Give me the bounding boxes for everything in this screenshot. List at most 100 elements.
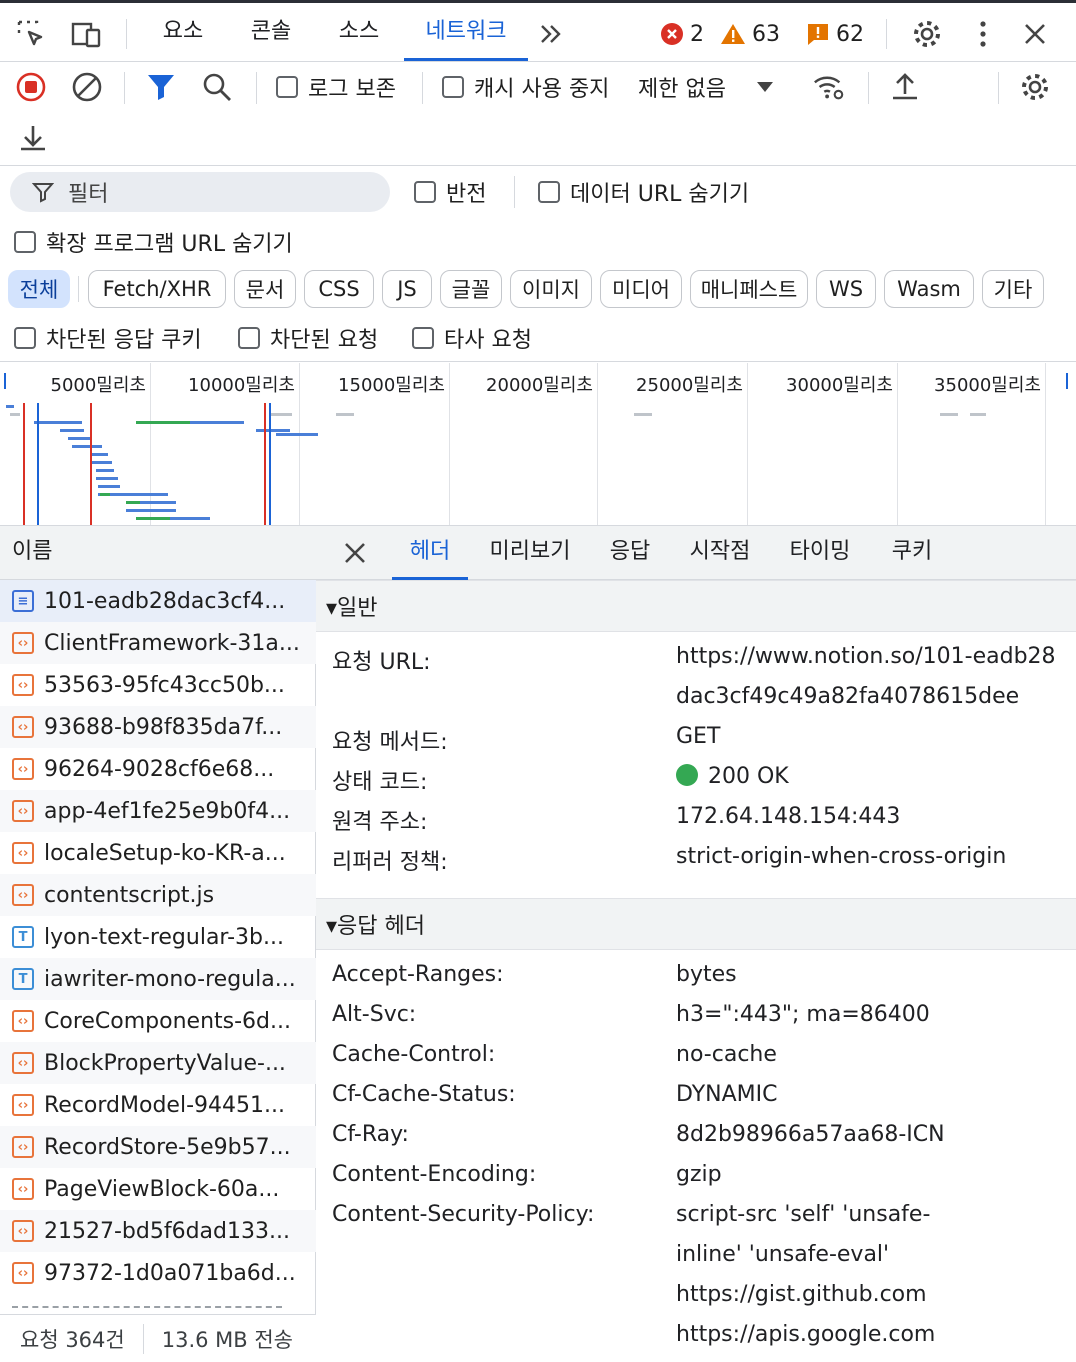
tab-headers[interactable]: 헤더	[392, 526, 468, 580]
tab-timing[interactable]: 타이밍	[780, 526, 860, 580]
tab-elements[interactable]: 요소	[152, 3, 214, 61]
general-section-header[interactable]: ▾일반	[316, 580, 1076, 632]
filter-input[interactable]: 필터	[10, 172, 390, 212]
header-value[interactable]: GET	[676, 724, 720, 749]
request-row[interactable]: Tiawriter-mono-regula...	[0, 958, 316, 1000]
header-value[interactable]: script-src 'self' 'unsafe-	[676, 1202, 930, 1227]
close-devtools-icon[interactable]	[1018, 17, 1052, 51]
type-filter-font[interactable]: 글꼴	[440, 270, 502, 308]
type-filter-fetch-xhr[interactable]: Fetch/XHR	[88, 270, 226, 308]
type-filter-js[interactable]: JS	[382, 270, 432, 308]
type-filter-manifest[interactable]: 매니페스트	[690, 270, 808, 308]
network-settings-gear-icon[interactable]	[1018, 70, 1052, 104]
checkbox[interactable]	[238, 327, 260, 349]
header-value[interactable]: DYNAMIC	[676, 1082, 778, 1107]
checkbox[interactable]	[14, 327, 36, 349]
header-name: 상태 코드:	[332, 770, 428, 795]
request-row[interactable]: ‹› RecordModel-94451...	[0, 1084, 316, 1126]
request-row[interactable]: ‹› ClientFramework-31a...	[0, 622, 316, 664]
tab-initiator[interactable]: 시작점	[680, 526, 760, 580]
request-row[interactable]: ‹› CoreComponents-6d...	[0, 1000, 316, 1042]
request-row[interactable]: Tlyon-text-regular-3b...	[0, 916, 316, 958]
clear-icon[interactable]	[70, 70, 104, 104]
warning-icon	[721, 24, 745, 44]
warning-count-badge[interactable]: 63	[720, 17, 780, 51]
type-filter-ws[interactable]: WS	[816, 270, 876, 308]
header-value[interactable]: strict-origin-when-cross-origin	[676, 844, 1006, 869]
checkbox[interactable]	[414, 181, 436, 203]
header-value[interactable]: https://www.notion.so/101-eadb28	[676, 644, 1056, 669]
filter-funnel-icon[interactable]	[144, 70, 178, 104]
hide-data-urls-checkbox[interactable]: 데이터 URL 숨기기	[538, 174, 749, 210]
more-options-icon[interactable]	[966, 17, 1000, 51]
header-value[interactable]: no-cache	[676, 1042, 777, 1067]
disable-cache-checkbox[interactable]: 캐시 사용 중지	[442, 70, 609, 104]
checkbox[interactable]	[442, 76, 464, 98]
type-filter-img[interactable]: 이미지	[510, 270, 592, 308]
inspect-element-icon[interactable]	[14, 17, 48, 51]
header-value[interactable]: gzip	[676, 1162, 722, 1187]
blocked-cookies-checkbox[interactable]: 차단된 응답 쿠키	[14, 320, 202, 356]
tab-network[interactable]: 네트워크	[404, 3, 528, 61]
tab-response[interactable]: 응답	[598, 526, 662, 580]
request-row[interactable]: ‹› 97372-1d0a071ba6d...	[0, 1252, 316, 1294]
header-value[interactable]: 172.64.148.154:443	[676, 804, 900, 829]
request-row[interactable]: ‹› localeSetup-ko-KR-a...	[0, 832, 316, 874]
request-row[interactable]: ‹› 21527-bd5f6dad133...	[0, 1210, 316, 1252]
request-row[interactable]: ‹› BlockPropertyValue-...	[0, 1042, 316, 1084]
clipped-row-text	[12, 1306, 282, 1312]
warning-count: 63	[752, 21, 780, 47]
chevron-double-right-icon[interactable]	[534, 17, 568, 51]
name-column-header[interactable]: 이름	[0, 526, 316, 580]
header-value[interactable]: dac3cf49c49a82fa4078615dee	[676, 684, 1019, 709]
request-row[interactable]: ‹› 96264-9028cf6e68...	[0, 748, 316, 790]
tab-cookies[interactable]: 쿠키	[880, 526, 944, 580]
tab-sources[interactable]: 소스	[328, 3, 390, 61]
error-count-badge[interactable]: 2	[660, 17, 704, 51]
header-value[interactable]: 8d2b98966a57aa68-ICN	[676, 1122, 945, 1147]
request-name: 93688-b98f835da7f...	[44, 714, 283, 740]
response-headers-section-header[interactable]: ▾응답 헤더	[316, 898, 1076, 950]
network-conditions-icon[interactable]	[812, 70, 846, 104]
preserve-log-checkbox[interactable]: 로그 보존	[276, 70, 396, 104]
header-value[interactable]: https://gist.github.com	[676, 1282, 927, 1307]
device-toolbar-icon[interactable]	[70, 17, 104, 51]
type-filter-other[interactable]: 기타	[982, 270, 1044, 308]
tab-console[interactable]: 콘솔	[240, 3, 302, 61]
blocked-requests-checkbox[interactable]: 차단된 요청	[238, 320, 378, 356]
checkbox[interactable]	[276, 76, 298, 98]
header-value[interactable]: https://apis.google.com	[676, 1322, 935, 1347]
type-filter-css[interactable]: CSS	[304, 270, 374, 308]
header-value[interactable]: 200 OK	[676, 764, 789, 789]
request-row[interactable]: ≡ 101-eadb28dac3cf4...	[0, 580, 316, 622]
header-value[interactable]: inline' 'unsafe-eval'	[676, 1242, 889, 1267]
invert-checkbox[interactable]: 반전	[414, 174, 486, 210]
hide-extension-urls-checkbox[interactable]: 확장 프로그램 URL 숨기기	[14, 224, 293, 260]
request-row[interactable]: ‹› RecordStore-5e9b57...	[0, 1126, 316, 1168]
checkbox[interactable]	[412, 327, 434, 349]
throttling-select[interactable]: 제한 없음	[638, 70, 774, 104]
type-filter-doc[interactable]: 문서	[234, 270, 296, 308]
import-har-icon[interactable]	[888, 70, 922, 104]
network-overview-timeline[interactable]: 5000밀리초 10000밀리초 15000밀리초 20000밀리초 25000…	[0, 363, 1076, 526]
request-row[interactable]: ‹› app-4ef1fe25e9b0f4...	[0, 790, 316, 832]
checkbox[interactable]	[538, 181, 560, 203]
checkbox[interactable]	[14, 231, 36, 253]
type-filter-wasm[interactable]: Wasm	[884, 270, 974, 308]
request-row[interactable]: ‹› 93688-b98f835da7f...	[0, 706, 316, 748]
close-detail-icon[interactable]	[338, 536, 372, 570]
type-filter-media[interactable]: 미디어	[600, 270, 682, 308]
export-har-icon[interactable]	[16, 120, 50, 154]
request-row[interactable]: ‹› PageViewBlock-60a...	[0, 1168, 316, 1210]
search-icon[interactable]	[200, 70, 234, 104]
request-row[interactable]: ‹› 53563-95fc43cc50b...	[0, 664, 316, 706]
type-filter-all[interactable]: 전체	[8, 270, 70, 308]
header-value[interactable]: h3=":443"; ma=86400	[676, 1002, 930, 1027]
stop-recording-icon[interactable]	[14, 70, 48, 104]
header-value[interactable]: bytes	[676, 962, 737, 987]
info-count-badge[interactable]: 62	[806, 17, 864, 51]
tab-preview[interactable]: 미리보기	[480, 526, 580, 580]
third-party-checkbox[interactable]: 타사 요청	[412, 320, 532, 356]
request-row[interactable]: ‹› contentscript.js	[0, 874, 316, 916]
settings-gear-icon[interactable]	[910, 17, 944, 51]
